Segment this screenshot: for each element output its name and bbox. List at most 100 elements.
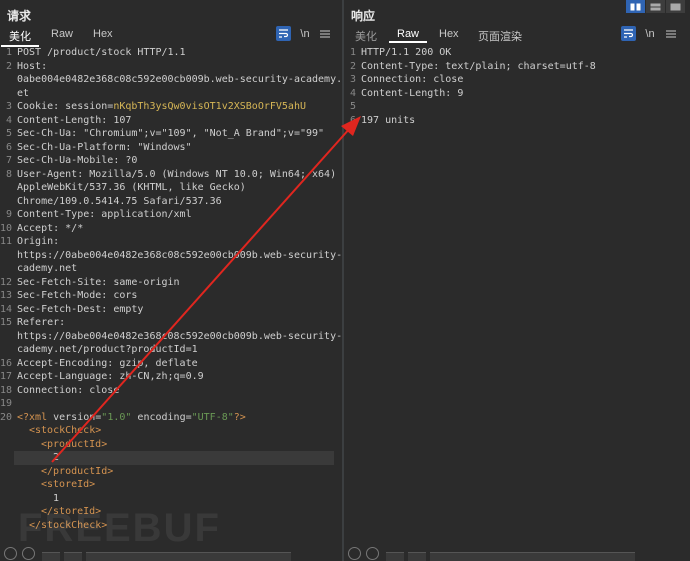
xml-line: <stockCheck> [17, 424, 338, 438]
line-number: 11 [0, 236, 13, 247]
xml-decl-close: ?> [233, 411, 246, 423]
xml-decl-attr: version= [53, 411, 102, 423]
xml-line: <productId> [17, 438, 338, 452]
help-icon[interactable] [348, 547, 361, 560]
request-line: Accept-Language: zh-CN,zh;q=0.9 [17, 371, 204, 382]
request-search-input[interactable] [86, 552, 291, 561]
layout-single-button[interactable] [666, 0, 685, 13]
request-wrap-lines-button[interactable] [276, 26, 291, 41]
response-bottom-bar [344, 539, 690, 561]
request-menu-button[interactable] [319, 26, 331, 41]
line-number: 2 [349, 60, 356, 72]
request-line: Sec-Ch-Ua-Platform: "Windows" [17, 141, 192, 153]
forward-button[interactable] [64, 552, 82, 561]
response-editor[interactable]: 1 HTTP/1.1 200 OK 2 Content-Type: text/plai… [344, 46, 690, 535]
line-number: 18 [0, 384, 13, 396]
request-pane: 请求 美化 Raw Hex \n 1 POST /product/stock HT… [0, 0, 349, 561]
request-line: POST /product/stock HTTP/1.1 [17, 47, 186, 58]
line-number: 13 [0, 290, 13, 301]
xml-stockcheck-open: <stockCheck> [29, 425, 102, 436]
response-tab-pretty[interactable]: 美化 [355, 28, 377, 44]
line-number: 15 [0, 317, 13, 328]
line-number: 20 [0, 411, 13, 423]
xml-line: <storeId> [17, 478, 338, 492]
line-number: 5 [5, 128, 12, 139]
layout-side-by-side-button[interactable] [626, 0, 645, 13]
wrap-lines-icon [624, 29, 634, 38]
response-search-input[interactable] [430, 552, 635, 561]
line-number: 9 [5, 209, 12, 220]
response-line: 197 units [361, 114, 416, 126]
request-line: Connection: close [17, 384, 120, 396]
request-line: AppleWebKit/537.36 (KHTML, like Gecko) [17, 182, 246, 193]
columns-icon [630, 3, 641, 10]
response-line: Content-Type: text/plain; charset=utf-8 [361, 60, 596, 72]
request-line: et [17, 87, 30, 99]
layout-switcher [626, 0, 685, 13]
line-number: 10 [0, 222, 13, 234]
request-line: User-Agent: Mozilla/5.0 (Windows NT 10.0… [17, 168, 337, 180]
line-number: 16 [0, 357, 13, 369]
request-line: Sec-Fetch-Site: same-origin [17, 276, 180, 288]
response-tabs: 美化 Raw Hex 页面渲染 \n [344, 26, 690, 43]
request-line: Accept: */* [17, 222, 84, 234]
response-wrap-lines-button[interactable] [621, 26, 636, 41]
request-line: cademy.net/product?productId=1 [17, 344, 198, 355]
request-editor[interactable]: 1 POST /product/stock HTTP/1.1 2 Host: 0abe0… [0, 46, 349, 535]
response-tab-render[interactable]: 页面渲染 [478, 28, 522, 44]
line-number: 14 [0, 303, 13, 315]
settings-icon[interactable] [366, 547, 379, 560]
layout-stacked-button[interactable] [646, 0, 665, 13]
single-pane-icon [670, 3, 681, 10]
xml-line: <?xml version="1.0" encoding="UTF-8"?> [17, 411, 338, 425]
response-line: Content-Length: 9 [361, 87, 464, 99]
hamburger-icon [666, 30, 676, 37]
response-tab-hex[interactable]: Hex [439, 28, 459, 40]
request-line: Host: [17, 60, 48, 72]
response-tab-raw[interactable]: Raw [388, 28, 428, 43]
line-number: 8 [5, 168, 12, 180]
request-line: Content-Type: application/xml [17, 209, 192, 220]
request-tab-pretty[interactable]: 美化 [1, 28, 39, 47]
request-line: Content-Length: 107 [17, 114, 132, 126]
request-line: Sec-Ch-Ua: "Chromium";v="109", "Not_A Br… [17, 128, 325, 139]
forward-button[interactable] [408, 552, 426, 561]
response-pane: 响应 美化 Raw Hex 页面渲染 \n 1 HTTP/1.1 200 OK 2 C… [344, 0, 690, 561]
response-menu-button[interactable] [665, 26, 677, 41]
request-tab-hex[interactable]: Hex [93, 28, 113, 40]
line-number: 12 [0, 276, 13, 288]
xml-productid-open: <productId> [41, 438, 108, 450]
cookie-header-key: Cookie: session= [17, 101, 114, 112]
request-line: cademy.net [17, 263, 78, 274]
line-number: 3 [5, 101, 12, 112]
back-button[interactable] [386, 552, 404, 561]
request-newline-toggle[interactable]: \n [298, 26, 312, 41]
response-line: Connection: close [361, 74, 464, 85]
request-line: Referer: [17, 317, 66, 328]
request-title: 请求 [7, 9, 32, 23]
response-newline-toggle[interactable]: \n [643, 26, 657, 41]
help-icon[interactable] [4, 547, 17, 560]
line-number: 5 [349, 101, 356, 112]
line-number: 6 [5, 141, 12, 153]
watermark-logo: FREEBUF [18, 506, 221, 550]
request-tab-raw[interactable]: Raw [51, 28, 73, 40]
line-number: 17 [0, 371, 13, 382]
request-line: Sec-Fetch-Mode: cors [17, 290, 138, 301]
xml-decl-attr: encoding= [131, 411, 192, 423]
request-line: Sec-Ch-Ua-Mobile: ?0 [17, 155, 138, 166]
xml-productid-value: 2 [53, 452, 60, 463]
line-number: 1 [349, 47, 356, 58]
xml-storeid-open: <storeId> [41, 479, 96, 490]
line-number: 4 [5, 114, 12, 126]
request-line: Accept-Encoding: gzip, deflate [17, 357, 198, 369]
line-number: 6 [349, 114, 356, 126]
xml-storeid-value: 1 [53, 492, 60, 504]
line-number: 2 [5, 60, 12, 72]
response-line: HTTP/1.1 200 OK [361, 47, 452, 58]
request-line: https://0abe004e0482e368c08c592e00cb009b… [17, 249, 349, 261]
xml-line: </productId> [17, 465, 338, 479]
back-button[interactable] [42, 552, 60, 561]
request-line: Sec-Fetch-Dest: empty [17, 303, 144, 315]
xml-decl-value: "1.0" [101, 411, 132, 423]
